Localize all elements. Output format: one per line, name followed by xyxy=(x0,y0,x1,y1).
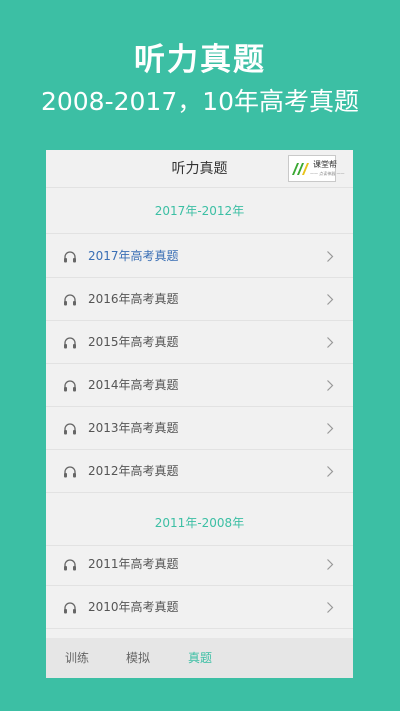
top-bar: 听力真题 课堂帮 —— 点读神器 —— xyxy=(46,150,353,188)
list-item-label: 2016年高考真题 xyxy=(88,292,179,306)
list-item-label: 2013年高考真题 xyxy=(88,421,179,435)
chevron-right-icon xyxy=(327,294,334,305)
section-header: 2011年-2008年 xyxy=(46,500,353,546)
chevron-right-icon xyxy=(327,423,334,434)
headphones-icon xyxy=(64,559,76,571)
headphones-icon xyxy=(64,251,76,263)
promo-title: 听力真题 xyxy=(134,42,266,78)
list-item[interactable]: 2016年高考真题 xyxy=(46,278,353,321)
headphones-icon xyxy=(64,602,76,614)
list-item[interactable]: 2017年高考真题 xyxy=(46,235,353,278)
headphones-icon xyxy=(64,466,76,478)
promo-subtitle: 2008-2017，10年高考真题 xyxy=(40,87,360,116)
list-item[interactable]: 2014年高考真题 xyxy=(46,364,353,407)
chevron-right-icon xyxy=(327,337,334,348)
list-item-label: 2011年高考真题 xyxy=(88,557,179,571)
app-screen: 听力真题 课堂帮 —— 点读神器 —— 2017年-2012年 2017年高考真… xyxy=(46,150,353,678)
app-logo: 课堂帮 —— 点读神器 —— xyxy=(288,155,345,182)
chevron-right-icon xyxy=(327,466,334,477)
chevron-right-icon xyxy=(327,602,334,613)
tab-training[interactable]: 训练 xyxy=(65,638,89,678)
chevron-right-icon xyxy=(327,251,334,262)
list-item[interactable]: 2013年高考真题 xyxy=(46,407,353,450)
headphones-icon xyxy=(64,294,76,306)
logo-text: 课堂帮 xyxy=(313,160,337,169)
logo-subtext: —— 点读神器 —— xyxy=(310,171,345,176)
logo-stripes-icon xyxy=(292,163,309,175)
tab-past-exams[interactable]: 真题 xyxy=(188,638,212,678)
list-item-label: 2012年高考真题 xyxy=(88,464,179,478)
list-item[interactable]: 2010年高考真题 xyxy=(46,586,353,629)
list-item-label: 2014年高考真题 xyxy=(88,378,179,392)
tab-mock[interactable]: 模拟 xyxy=(126,638,150,678)
list-item[interactable]: 2012年高考真题 xyxy=(46,450,353,493)
bottom-tab-bar: 训练 模拟 真题 xyxy=(46,638,353,678)
chevron-right-icon xyxy=(327,559,334,570)
list-item-label: 2017年高考真题 xyxy=(88,249,179,263)
headphones-icon xyxy=(64,337,76,349)
section-header: 2017年-2012年 xyxy=(46,188,353,234)
list-item-label: 2010年高考真题 xyxy=(88,600,179,614)
chevron-right-icon xyxy=(327,380,334,391)
list-item[interactable]: 2011年高考真题 xyxy=(46,543,353,586)
list-item[interactable]: 2015年高考真题 xyxy=(46,321,353,364)
list-item-label: 2015年高考真题 xyxy=(88,335,179,349)
headphones-icon xyxy=(64,380,76,392)
headphones-icon xyxy=(64,423,76,435)
